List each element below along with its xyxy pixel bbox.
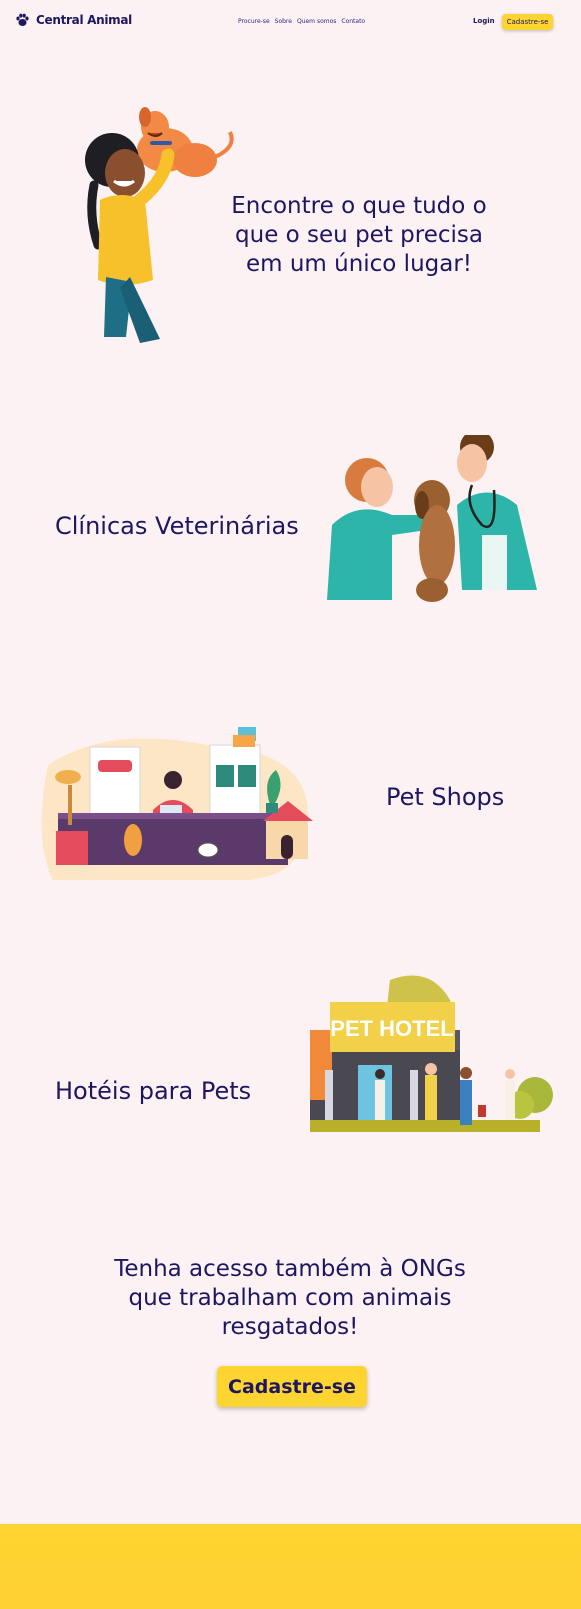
signup-button-main[interactable]: Cadastre-se: [217, 1366, 367, 1407]
brand-name: Central Animal: [36, 13, 132, 27]
brand-logo[interactable]: Central Animal: [15, 13, 132, 27]
nav-link-contato[interactable]: Contato: [341, 18, 365, 25]
section-label-pet-shops: Pet Shops: [386, 783, 505, 811]
footer: [0, 1524, 581, 1609]
hero-headline: Encontre o que tudo o que o seu pet prec…: [231, 193, 487, 277]
section-label-clinicas: Clínicas Veterinárias: [55, 512, 299, 540]
ong-headline: Tenha acesso também à ONGs que trabalham…: [114, 1256, 466, 1340]
hotel-sign-text: PET HOTEL: [330, 1016, 453, 1041]
pet-hotel-illustration: PET HOTEL: [310, 975, 553, 1132]
nav-link-sobre[interactable]: Sobre: [275, 18, 292, 25]
paw-icon: [16, 13, 29, 26]
section-label-hoteis: Hotéis para Pets: [55, 1077, 252, 1105]
pet-shop-illustration: [41, 727, 313, 880]
woman-holding-dog-illustration: [85, 107, 234, 343]
top-navbar: Central Animal Procure-se Sobre Quem som…: [0, 0, 581, 44]
nav-links: Procure-se Sobre Quem somos Contato: [238, 18, 365, 25]
vet-clinic-illustration: [327, 435, 537, 602]
signup-button-header[interactable]: Cadastre-se: [502, 14, 553, 30]
nav-link-procure-se[interactable]: Procure-se: [238, 18, 270, 25]
login-link[interactable]: Login: [473, 17, 495, 25]
nav-link-quem-somos[interactable]: Quem somos: [297, 18, 336, 25]
